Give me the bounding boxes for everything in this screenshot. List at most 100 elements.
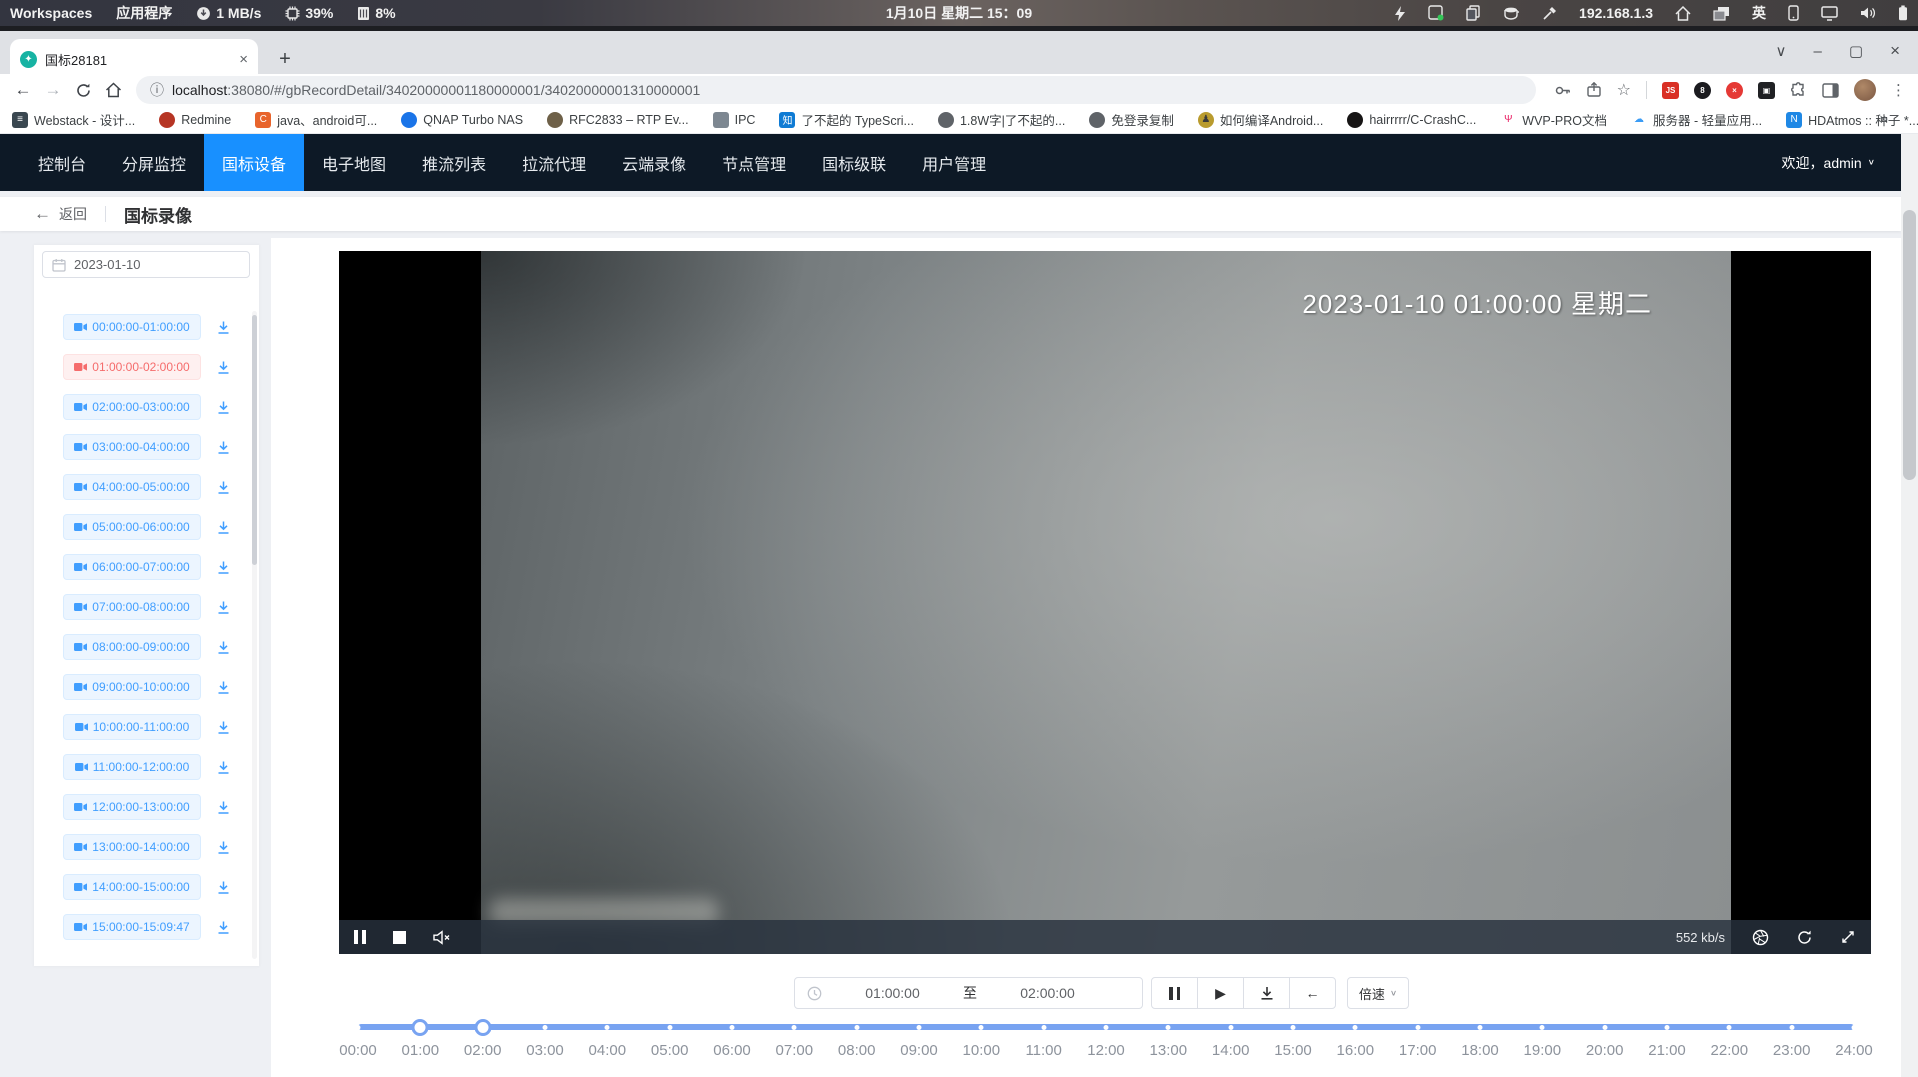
home-tray-icon[interactable] — [1675, 6, 1691, 21]
bookmark-item[interactable]: Redmine — [159, 112, 231, 128]
recording-segment-button[interactable]: 09:00:00-10:00:00 — [63, 674, 201, 700]
input-method-indicator[interactable]: 英 — [1752, 3, 1766, 23]
back-link[interactable]: 返回 — [59, 204, 87, 224]
clock[interactable]: 1月10日 星期二 15：09 — [886, 3, 1032, 23]
applications-button[interactable]: 应用程序 — [116, 3, 172, 23]
tab-close-icon[interactable]: × — [239, 51, 248, 68]
end-time-value[interactable]: 02:00:00 — [977, 985, 1118, 1001]
snapshot-aperture-icon[interactable] — [1752, 929, 1769, 946]
recording-segment-button[interactable]: 13:00:00-14:00:00 — [63, 834, 201, 860]
window-restore-button[interactable]: ▢ — [1849, 42, 1863, 60]
bookmark-item[interactable]: 免登录复制 — [1089, 110, 1174, 129]
password-key-icon[interactable] — [1554, 82, 1571, 99]
recording-segment-button[interactable]: 07:00:00-08:00:00 — [63, 594, 201, 620]
fullscreen-icon[interactable] — [1840, 929, 1856, 945]
sidebar-scrollbar-thumb[interactable] — [252, 315, 257, 565]
bookmark-item[interactable]: 知 了不起的 TypeScri... — [779, 110, 914, 129]
extension-blocker-icon[interactable]: × — [1726, 82, 1743, 99]
nav-tab[interactable]: 分屏监控 — [104, 134, 204, 191]
download-segment-button[interactable] — [216, 720, 231, 735]
download-segment-button[interactable] — [216, 680, 231, 695]
playback-speed-dropdown[interactable]: 倍速 ∨ — [1347, 977, 1409, 1009]
home-icon[interactable] — [98, 82, 128, 98]
bookmark-item[interactable]: 1.8W字|了不起的... — [938, 110, 1065, 129]
bookmark-item[interactable]: ≡ Webstack - 设计... — [12, 110, 135, 129]
nav-tab[interactable]: 用户管理 — [904, 134, 1004, 191]
download-segment-button[interactable] — [216, 880, 231, 895]
tab-search-chevron-icon[interactable]: ∨ — [1776, 42, 1787, 60]
bookmark-item[interactable]: Ψ WVP-PRO文档 — [1500, 110, 1607, 129]
browser-menu-icon[interactable]: ⋮ — [1891, 81, 1906, 99]
recording-segment-button[interactable]: 00:00:00-01:00:00 — [63, 314, 201, 340]
extension-ball-icon[interactable]: 8 — [1694, 82, 1711, 99]
window-minimize-button[interactable]: – — [1814, 43, 1822, 60]
bookmark-item[interactable]: IPC — [713, 112, 756, 128]
download-segment-button[interactable] — [216, 520, 231, 535]
reload-icon[interactable] — [68, 82, 98, 99]
coffee-tray-icon[interactable] — [1503, 6, 1520, 21]
copy-tray-icon[interactable] — [1466, 5, 1481, 21]
sidebar-scrollbar[interactable] — [252, 311, 257, 959]
player-mute-icon[interactable] — [433, 930, 452, 945]
nav-tab[interactable]: 推流列表 — [404, 134, 504, 191]
player-stop-icon[interactable] — [393, 931, 406, 944]
recording-segment-button[interactable]: 06:00:00-07:00:00 — [63, 554, 201, 580]
download-segment-button[interactable] — [216, 360, 231, 375]
time-range-picker[interactable]: 01:00:00 至 02:00:00 — [794, 977, 1143, 1009]
download-button[interactable] — [1243, 977, 1290, 1009]
download-segment-button[interactable] — [216, 400, 231, 415]
recording-segment-button[interactable]: 12:00:00-13:00:00 — [63, 794, 201, 820]
pause-button[interactable] — [1151, 977, 1198, 1009]
browser-tab[interactable]: ✦ 国标28181 × — [10, 39, 258, 79]
recording-segment-button[interactable]: 14:00:00-15:00:00 — [63, 874, 201, 900]
download-segment-button[interactable] — [216, 440, 231, 455]
extensions-puzzle-icon[interactable] — [1790, 82, 1807, 99]
forward-icon[interactable]: → — [38, 80, 68, 100]
bookmark-item[interactable]: C java、android可... — [255, 110, 377, 129]
nav-tab[interactable]: 国标设备 — [204, 134, 304, 191]
recording-segment-button[interactable]: 05:00:00-06:00:00 — [63, 514, 201, 540]
download-segment-button[interactable] — [216, 560, 231, 575]
screenshot-app-icon[interactable] — [1428, 5, 1444, 21]
battery-tray-icon[interactable] — [1898, 5, 1908, 21]
recording-segment-button[interactable]: 10:00:00-11:00:00 — [63, 714, 201, 740]
player-refresh-icon[interactable] — [1796, 929, 1813, 946]
download-segment-button[interactable] — [216, 320, 231, 335]
extension-dark-icon[interactable]: ▣ — [1758, 82, 1775, 99]
window-close-button[interactable]: × — [1890, 41, 1900, 61]
user-welcome-menu[interactable]: 欢迎，admin ∨ — [1782, 134, 1901, 191]
download-segment-button[interactable] — [216, 920, 231, 935]
ip-address[interactable]: 192.168.1.3 — [1579, 5, 1653, 21]
bookmark-item[interactable]: hairrrrr/C-CrashC... — [1347, 112, 1476, 128]
recording-segment-button[interactable]: 04:00:00-05:00:00 — [63, 474, 201, 500]
nav-tab[interactable]: 控制台 — [20, 134, 104, 191]
recording-segment-button[interactable]: 11:00:00-12:00:00 — [63, 754, 201, 780]
recording-segment-button[interactable]: 15:00:00-15:09:47 — [63, 914, 201, 940]
nav-tab[interactable]: 国标级联 — [804, 134, 904, 191]
url-omnibox[interactable]: ⓘ localhost:38080/#/gbRecordDetail/34020… — [136, 76, 1536, 104]
date-picker-input[interactable]: 2023-01-10 — [42, 251, 250, 278]
bookmark-item[interactable]: QNAP Turbo NAS — [401, 112, 523, 128]
timeline-handle[interactable] — [412, 1019, 429, 1036]
windows-tray-icon[interactable] — [1713, 6, 1730, 21]
phone-tray-icon[interactable] — [1788, 5, 1799, 21]
recording-segment-button[interactable]: 01:00:00-02:00:00 — [63, 354, 201, 380]
bookmark-item[interactable]: RFC2833 – RTP Ev... — [547, 112, 689, 128]
new-tab-button[interactable]: + — [272, 47, 298, 73]
seek-back-button[interactable]: ← — [1289, 977, 1336, 1009]
bookmark-item[interactable]: ♟ 如何编译Android... — [1198, 110, 1324, 129]
player-pause-icon[interactable] — [354, 930, 366, 944]
download-segment-button[interactable] — [216, 840, 231, 855]
share-icon[interactable] — [1586, 82, 1602, 98]
display-tray-icon[interactable] — [1821, 6, 1838, 21]
back-arrow-icon[interactable]: ← — [34, 204, 51, 224]
nav-tab[interactable]: 拉流代理 — [504, 134, 604, 191]
bookmark-star-icon[interactable]: ☆ — [1617, 80, 1631, 100]
nav-tab[interactable]: 节点管理 — [704, 134, 804, 191]
page-scrollbar[interactable] — [1901, 134, 1918, 1077]
bookmark-item[interactable]: ☁ 服务器 - 轻量应用... — [1631, 110, 1762, 129]
bolt-tray-icon[interactable] — [1394, 6, 1406, 21]
recording-segment-button[interactable]: 02:00:00-03:00:00 — [63, 394, 201, 420]
workspaces-button[interactable]: Workspaces — [10, 5, 92, 21]
download-segment-button[interactable] — [216, 760, 231, 775]
